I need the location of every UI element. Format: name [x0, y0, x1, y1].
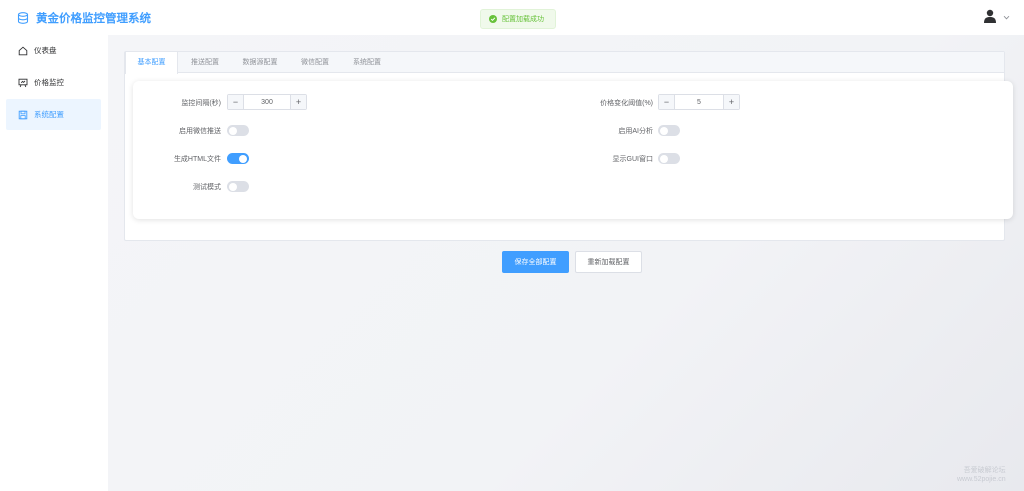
- home-icon: [18, 46, 28, 55]
- sidebar-item-system-config[interactable]: 系统配置: [6, 99, 101, 130]
- decrement-button[interactable]: −: [228, 95, 244, 109]
- main-content: 基本配置 推送配置 数据源配置 微信配置 系统配置 监控间隔(秒) − 300 …: [108, 35, 1024, 491]
- sidebar-item-label: 价格监控: [34, 78, 64, 87]
- price-threshold-label: 价格变化阈值(%): [600, 100, 653, 107]
- gui-window-switch[interactable]: [658, 153, 680, 164]
- success-check-icon: [489, 15, 497, 23]
- watermark-line1: 吾爱破解论坛: [963, 467, 1006, 474]
- sidebar-item-price-monitor[interactable]: 价格监控: [6, 67, 101, 98]
- ai-analysis-switch[interactable]: [658, 125, 680, 136]
- decrement-button[interactable]: −: [659, 95, 675, 109]
- top-header: 黄金价格监控管理系统 配置加载成功: [0, 0, 1024, 35]
- app-title: 黄金价格监控管理系统: [36, 12, 151, 25]
- test-mode-switch[interactable]: [227, 181, 249, 192]
- increment-button[interactable]: +: [723, 95, 739, 109]
- watermark-line2: www.52pojie.cn: [957, 476, 1006, 483]
- tab-system-config[interactable]: 系统配置: [341, 52, 393, 73]
- sidebar: 仪表盘 价格监控 系统配置: [0, 35, 108, 491]
- sidebar-item-label: 系统配置: [34, 110, 64, 119]
- basic-config-form: 监控间隔(秒) − 300 + 价格变化阈值(%) − 5 + 启用微信推送 启…: [133, 81, 1013, 219]
- brand: 黄金价格监控管理系统: [17, 10, 151, 26]
- chevron-down-icon: [1003, 15, 1010, 19]
- monitor-interval-label: 监控间隔(秒): [181, 100, 221, 107]
- html-file-label: 生成HTML文件: [173, 156, 221, 163]
- tab-basic-config[interactable]: 基本配置: [125, 52, 178, 74]
- tab-push-config[interactable]: 推送配置: [179, 52, 231, 73]
- success-toast: 配置加载成功: [480, 9, 556, 29]
- user-avatar-icon: [984, 9, 996, 23]
- html-file-switch[interactable]: [227, 153, 249, 164]
- sidebar-item-label: 仪表盘: [34, 46, 57, 55]
- database-icon: [17, 11, 29, 24]
- tab-wechat-config[interactable]: 微信配置: [289, 52, 341, 73]
- watermark: 吾爱破解论坛 www.52pojie.cn: [957, 466, 1006, 484]
- save-icon: [18, 110, 28, 119]
- price-threshold-stepper: − 5 +: [658, 94, 740, 110]
- save-all-config-button[interactable]: 保存全部配置: [502, 251, 569, 273]
- sidebar-item-dashboard[interactable]: 仪表盘: [6, 35, 101, 66]
- price-threshold-input[interactable]: 5: [675, 95, 723, 109]
- reload-config-button[interactable]: 重新加载配置: [575, 251, 642, 273]
- wechat-push-label: 启用微信推送: [179, 128, 221, 135]
- tab-datasource-config[interactable]: 数据源配置: [231, 52, 289, 73]
- ai-analysis-label: 启用AI分析: [618, 128, 653, 135]
- config-tabs-card: 基本配置 推送配置 数据源配置 微信配置 系统配置 监控间隔(秒) − 300 …: [124, 51, 1013, 241]
- toast-message: 配置加载成功: [502, 16, 544, 23]
- monitor-icon: [18, 78, 28, 87]
- tab-bar: 基本配置 推送配置 数据源配置 微信配置 系统配置: [125, 52, 1004, 74]
- monitor-interval-input[interactable]: 300: [244, 95, 290, 109]
- user-menu[interactable]: [983, 9, 1010, 23]
- gui-window-label: 显示GUI窗口: [612, 156, 653, 163]
- wechat-push-switch[interactable]: [227, 125, 249, 136]
- test-mode-label: 测试模式: [193, 184, 221, 191]
- monitor-interval-stepper: − 300 +: [227, 94, 307, 110]
- increment-button[interactable]: +: [290, 95, 306, 109]
